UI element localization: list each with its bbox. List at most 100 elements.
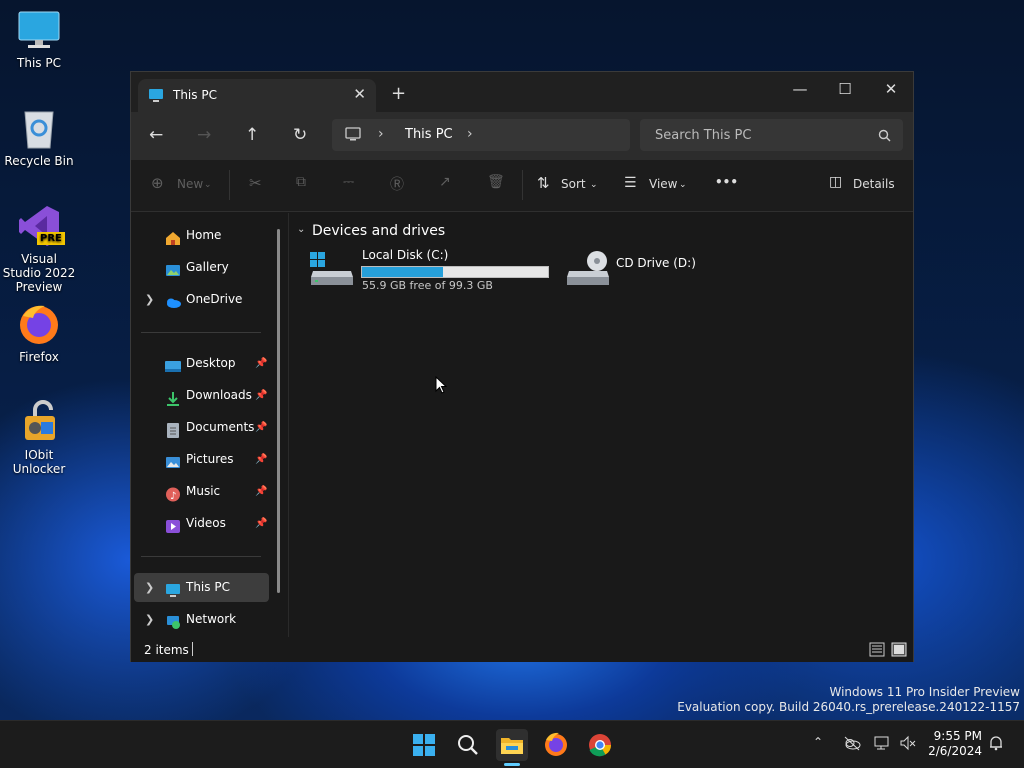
sidebar-item-network[interactable]: ❯ Network (134, 605, 269, 634)
downloads-icon (165, 388, 181, 406)
pin-icon: 📌 (255, 358, 268, 369)
onedrive-offline-icon[interactable] (843, 735, 861, 755)
up-icon[interactable]: ↑ (245, 125, 259, 145)
sidebar-scrollbar[interactable] (277, 229, 280, 593)
firefox-icon[interactable] (540, 729, 572, 761)
chevron-right-icon[interactable]: ❯ (145, 573, 154, 602)
details-pane-icon: ◫ (829, 174, 843, 190)
view-button[interactable]: View (649, 177, 677, 191)
title-bar[interactable]: This PC ✕ + — ☐ ✕ (131, 72, 913, 112)
new-plus-icon: ⊕ (151, 174, 164, 192)
new-tab-button[interactable]: + (391, 83, 406, 104)
sidebar-item-label: Gallery (186, 260, 229, 274)
sidebar-item-label: Desktop (186, 356, 236, 370)
desktop-icon-firefox[interactable]: Firefox (2, 302, 76, 364)
desktop-icon-label: Recycle Bin (4, 154, 74, 168)
sidebar-item-gallery[interactable]: Gallery (134, 253, 269, 282)
command-bar: ⊕ New ⌄ ✂ ⧉ ⎓ Ⓡ ↗ 🗑 ⇅ Sort ⌄ ☰ View ⌄ ••… (131, 160, 913, 212)
sidebar-divider (141, 332, 261, 333)
sidebar-item-label: OneDrive (186, 292, 243, 306)
file-explorer-icon[interactable] (496, 729, 528, 766)
file-explorer-window: This PC ✕ + — ☐ ✕ ← → ↑ ↻ › This PC › ⊕ … (130, 71, 914, 662)
firefox-icon (17, 302, 61, 346)
new-button[interactable]: New (177, 177, 203, 191)
search-input[interactable] (640, 119, 875, 151)
sidebar-item-desktop[interactable]: Desktop 📌 (134, 349, 269, 378)
sort-icon: ⇅ (537, 174, 550, 192)
share-icon[interactable]: ↗ (439, 174, 451, 190)
sidebar-item-pictures[interactable]: Pictures 📌 (134, 445, 269, 474)
watermark-build: Evaluation copy. Build 26040.rs_prerelea… (677, 700, 1020, 714)
item-count: 2 items (144, 643, 189, 657)
tab-close-button[interactable]: ✕ (353, 85, 366, 103)
maximize-button[interactable]: ☐ (822, 74, 868, 106)
documents-icon (165, 420, 181, 438)
sidebar-item-label: Music (186, 484, 221, 498)
sidebar-item-onedrive[interactable]: ❯ OneDrive (134, 285, 269, 314)
volume-muted-icon[interactable] (899, 735, 917, 755)
desktop-icon-recycle-bin[interactable]: Recycle Bin (2, 106, 76, 168)
this-pc-icon (17, 8, 61, 52)
visual-studio-icon: PRE (17, 204, 65, 248)
copy-icon[interactable]: ⧉ (296, 174, 306, 190)
search-icon[interactable] (878, 127, 891, 146)
more-options-button[interactable]: ••• (715, 175, 738, 189)
cut-icon[interactable]: ✂ (249, 174, 262, 192)
large-icons-view-icon[interactable] (891, 642, 907, 660)
group-collapse-icon[interactable]: ⌄ (297, 224, 305, 235)
sidebar-item-label: This PC (186, 580, 230, 594)
chevron-right-icon[interactable]: ❯ (145, 605, 154, 634)
minimize-button[interactable]: — (777, 74, 823, 106)
network-status-icon[interactable] (874, 735, 892, 755)
rename-icon[interactable]: Ⓡ (390, 174, 404, 194)
active-app-indicator (504, 763, 520, 766)
drive-free-space: 55.9 GB free of 99.3 GB (362, 279, 493, 292)
forward-icon[interactable]: → (197, 125, 211, 145)
sort-button[interactable]: Sort (561, 177, 586, 191)
home-icon (165, 228, 181, 245)
chevron-right-icon[interactable]: ❯ (145, 285, 154, 314)
watermark-edition: Windows 11 Pro Insider Preview (829, 685, 1020, 699)
search-icon[interactable] (452, 729, 484, 761)
desktop-icon-visual-studio[interactable]: PRE Visual Studio 2022 Preview (2, 204, 76, 294)
toolbar-divider (229, 170, 230, 200)
navigation-pane: Home Gallery ❯ OneDrive Desktop 📌 Downlo… (131, 213, 289, 637)
pin-icon: 📌 (255, 422, 268, 433)
search-box[interactable] (640, 119, 903, 151)
clock-time: 9:55 PM (933, 729, 982, 743)
paste-icon[interactable]: ⎓ (343, 174, 354, 190)
group-header[interactable]: Devices and drives (312, 223, 445, 239)
close-button[interactable]: ✕ (868, 74, 914, 106)
sidebar-item-music[interactable]: ♪ Music 📌 (134, 477, 269, 506)
monitor-icon (345, 127, 361, 146)
recycle-bin-icon (17, 106, 61, 150)
system-clock[interactable]: 9:55 PM 2/6/2024 (920, 729, 982, 759)
drive-item-d[interactable]: CD Drive (D:) (565, 248, 715, 298)
start-icon[interactable] (408, 729, 440, 761)
sidebar-item-downloads[interactable]: Downloads 📌 (134, 381, 269, 410)
desktop-icon-this-pc[interactable]: This PC (2, 8, 76, 70)
chevron-down-icon: ⌄ (679, 180, 687, 190)
sidebar-item-videos[interactable]: Videos 📌 (134, 509, 269, 538)
preview-badge: PRE (37, 232, 65, 245)
sidebar-item-this-pc[interactable]: ❯ This PC (134, 573, 269, 602)
mouse-cursor (435, 375, 448, 398)
address-bar[interactable]: › This PC › (332, 119, 630, 151)
details-view-icon[interactable] (869, 642, 885, 660)
onedrive-icon (165, 292, 181, 308)
details-button[interactable]: Details (853, 177, 895, 191)
pin-icon: 📌 (255, 454, 268, 465)
desktop-icon-iobit[interactable]: IObit Unlocker (2, 400, 76, 476)
back-icon[interactable]: ← (149, 125, 163, 145)
breadcrumb-chevron[interactable]: › (467, 126, 473, 142)
cd-drive-icon (565, 251, 611, 291)
notification-bell-icon[interactable] (988, 735, 1004, 755)
chrome-icon[interactable] (584, 729, 616, 761)
refresh-icon[interactable]: ↻ (293, 125, 307, 145)
show-hidden-icons-chevron[interactable]: ⌃ (813, 735, 823, 749)
tab-this-pc[interactable]: This PC ✕ (138, 79, 376, 112)
sidebar-item-home[interactable]: Home (134, 221, 269, 250)
breadcrumb-this-pc[interactable]: This PC (405, 127, 453, 142)
sidebar-item-documents[interactable]: Documents 📌 (134, 413, 269, 442)
delete-icon[interactable]: 🗑 (487, 174, 505, 190)
